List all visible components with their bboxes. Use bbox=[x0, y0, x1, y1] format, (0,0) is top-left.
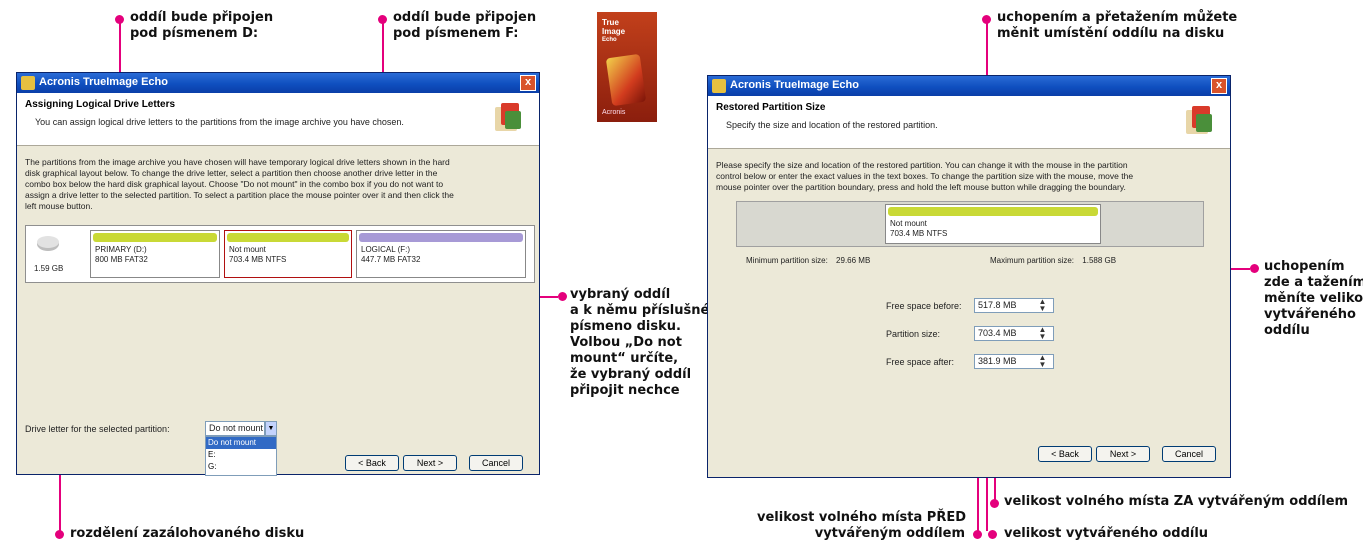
cancel-button[interactable]: Cancel bbox=[469, 455, 523, 471]
free-space-before-spinner[interactable]: ▲ ▼ bbox=[1038, 298, 1047, 313]
close-button[interactable]: x bbox=[520, 75, 536, 91]
restored-size-window: Acronis TrueImage Echo x Restored Partit… bbox=[707, 75, 1231, 478]
next-button[interactable]: Next > bbox=[1096, 446, 1150, 462]
callout-dot-partsize bbox=[988, 530, 997, 539]
callout-before: velikost volného místa PŘED vytvářeným o… bbox=[757, 510, 967, 541]
drive-letter-dropdown-list: Do not mount E: G: bbox=[205, 436, 277, 476]
drive-letter-combo[interactable]: Do not mount bbox=[205, 421, 265, 436]
wizard-step-title: Assigning Logical Drive Letters bbox=[25, 99, 176, 110]
free-space-after-label: Free space after: bbox=[886, 357, 955, 367]
back-button[interactable]: < Back bbox=[345, 455, 399, 471]
callout-after: velikost volného místa ZA vytvářeným odd… bbox=[1004, 494, 1349, 509]
restored-partition-block[interactable]: Not mount 703.4 MB NTFS bbox=[885, 204, 1101, 244]
instructions-text: The partitions from the image archive yo… bbox=[25, 157, 454, 211]
callout-dot-layout bbox=[55, 530, 64, 539]
free-space-before-label: Free space before: bbox=[886, 301, 962, 311]
wizard-step-subtitle: Specify the size and location of the res… bbox=[726, 120, 938, 130]
minimum-size-label: Minimum partition size: 29.66 MB bbox=[746, 256, 871, 265]
callout-resize: uchopením zde a tažením měníte velikost … bbox=[1264, 259, 1363, 338]
drive-letters-window: Acronis TrueImage Echo x Assigning Logic… bbox=[16, 72, 540, 476]
product-box-image: True Image Echo Acronis bbox=[597, 12, 657, 122]
callout-drag: uchopením a přetažením můžete měnit umís… bbox=[997, 10, 1238, 41]
partition-selected[interactable]: Not mount 703.4 MB NTFS bbox=[224, 230, 352, 278]
drive-letter-label: Drive letter for the selected partition: bbox=[25, 424, 170, 434]
dropdown-option[interactable]: E: bbox=[206, 449, 276, 461]
callout-dot-before bbox=[973, 530, 982, 539]
callout-layout: rozdělení zazálohovaného disku bbox=[70, 526, 305, 541]
dropdown-option[interactable]: G: bbox=[206, 461, 276, 473]
app-icon bbox=[712, 79, 726, 93]
hard-disk-icon bbox=[36, 234, 60, 252]
close-button[interactable]: x bbox=[1211, 78, 1227, 94]
callout-selected: vybraný oddíl a k němu příslušné písmeno… bbox=[570, 287, 710, 398]
wizard-icon bbox=[1186, 106, 1212, 134]
title-bar: Acronis TrueImage Echo x bbox=[17, 73, 539, 93]
free-space-after-spinner[interactable]: ▲ ▼ bbox=[1038, 354, 1047, 369]
wizard-icon bbox=[495, 103, 521, 131]
callout-drive-f: oddíl bude připojen pod písmenem F: bbox=[393, 10, 537, 41]
callout-partsize: velikost vytvářeného oddílu bbox=[1004, 526, 1209, 541]
partition-size-label: Partition size: bbox=[886, 329, 941, 339]
partition-logical-f[interactable]: LOGICAL (F:) 447.7 MB FAT32 bbox=[356, 230, 526, 278]
combo-dropdown-button[interactable]: ▼ bbox=[265, 421, 277, 436]
partition-bar bbox=[888, 207, 1098, 216]
callout-dot-after bbox=[990, 499, 999, 508]
cancel-button[interactable]: Cancel bbox=[1162, 446, 1216, 462]
wizard-header: Restored Partition Size Specify the size… bbox=[708, 96, 1230, 149]
maximum-size-label: Maximum partition size: 1.588 GB bbox=[990, 256, 1117, 265]
wizard-step-title: Restored Partition Size bbox=[716, 102, 826, 113]
app-icon bbox=[21, 76, 35, 90]
dropdown-option[interactable]: Do not mount bbox=[206, 437, 276, 449]
callout-dot-selected bbox=[558, 292, 567, 301]
partition-size-spinner[interactable]: ▲ ▼ bbox=[1038, 326, 1047, 341]
callout-drive-d: oddíl bude připojen pod písmenem D: bbox=[130, 10, 274, 41]
disk-layout: 1.59 GB PRIMARY (D:) 800 MB FAT32 Not mo… bbox=[25, 225, 535, 283]
callout-dot-resize bbox=[1250, 264, 1259, 273]
partition-primary-d[interactable]: PRIMARY (D:) 800 MB FAT32 bbox=[90, 230, 220, 278]
product-box-artwork bbox=[605, 53, 647, 107]
partition-bar bbox=[93, 233, 217, 242]
partition-bar bbox=[359, 233, 523, 242]
partition-bar bbox=[227, 233, 349, 242]
wizard-step-subtitle: You can assign logical drive letters to … bbox=[35, 117, 404, 127]
back-button[interactable]: < Back bbox=[1038, 446, 1092, 462]
disk-size-label: 1.59 GB bbox=[34, 264, 64, 273]
next-button[interactable]: Next > bbox=[403, 455, 457, 471]
wizard-header: Assigning Logical Drive Letters You can … bbox=[17, 93, 539, 146]
partition-size-control: Not mount 703.4 MB NTFS bbox=[736, 201, 1204, 247]
instructions-text: Please specify the size and location of … bbox=[716, 160, 1134, 192]
title-bar: Acronis TrueImage Echo x bbox=[708, 76, 1230, 96]
